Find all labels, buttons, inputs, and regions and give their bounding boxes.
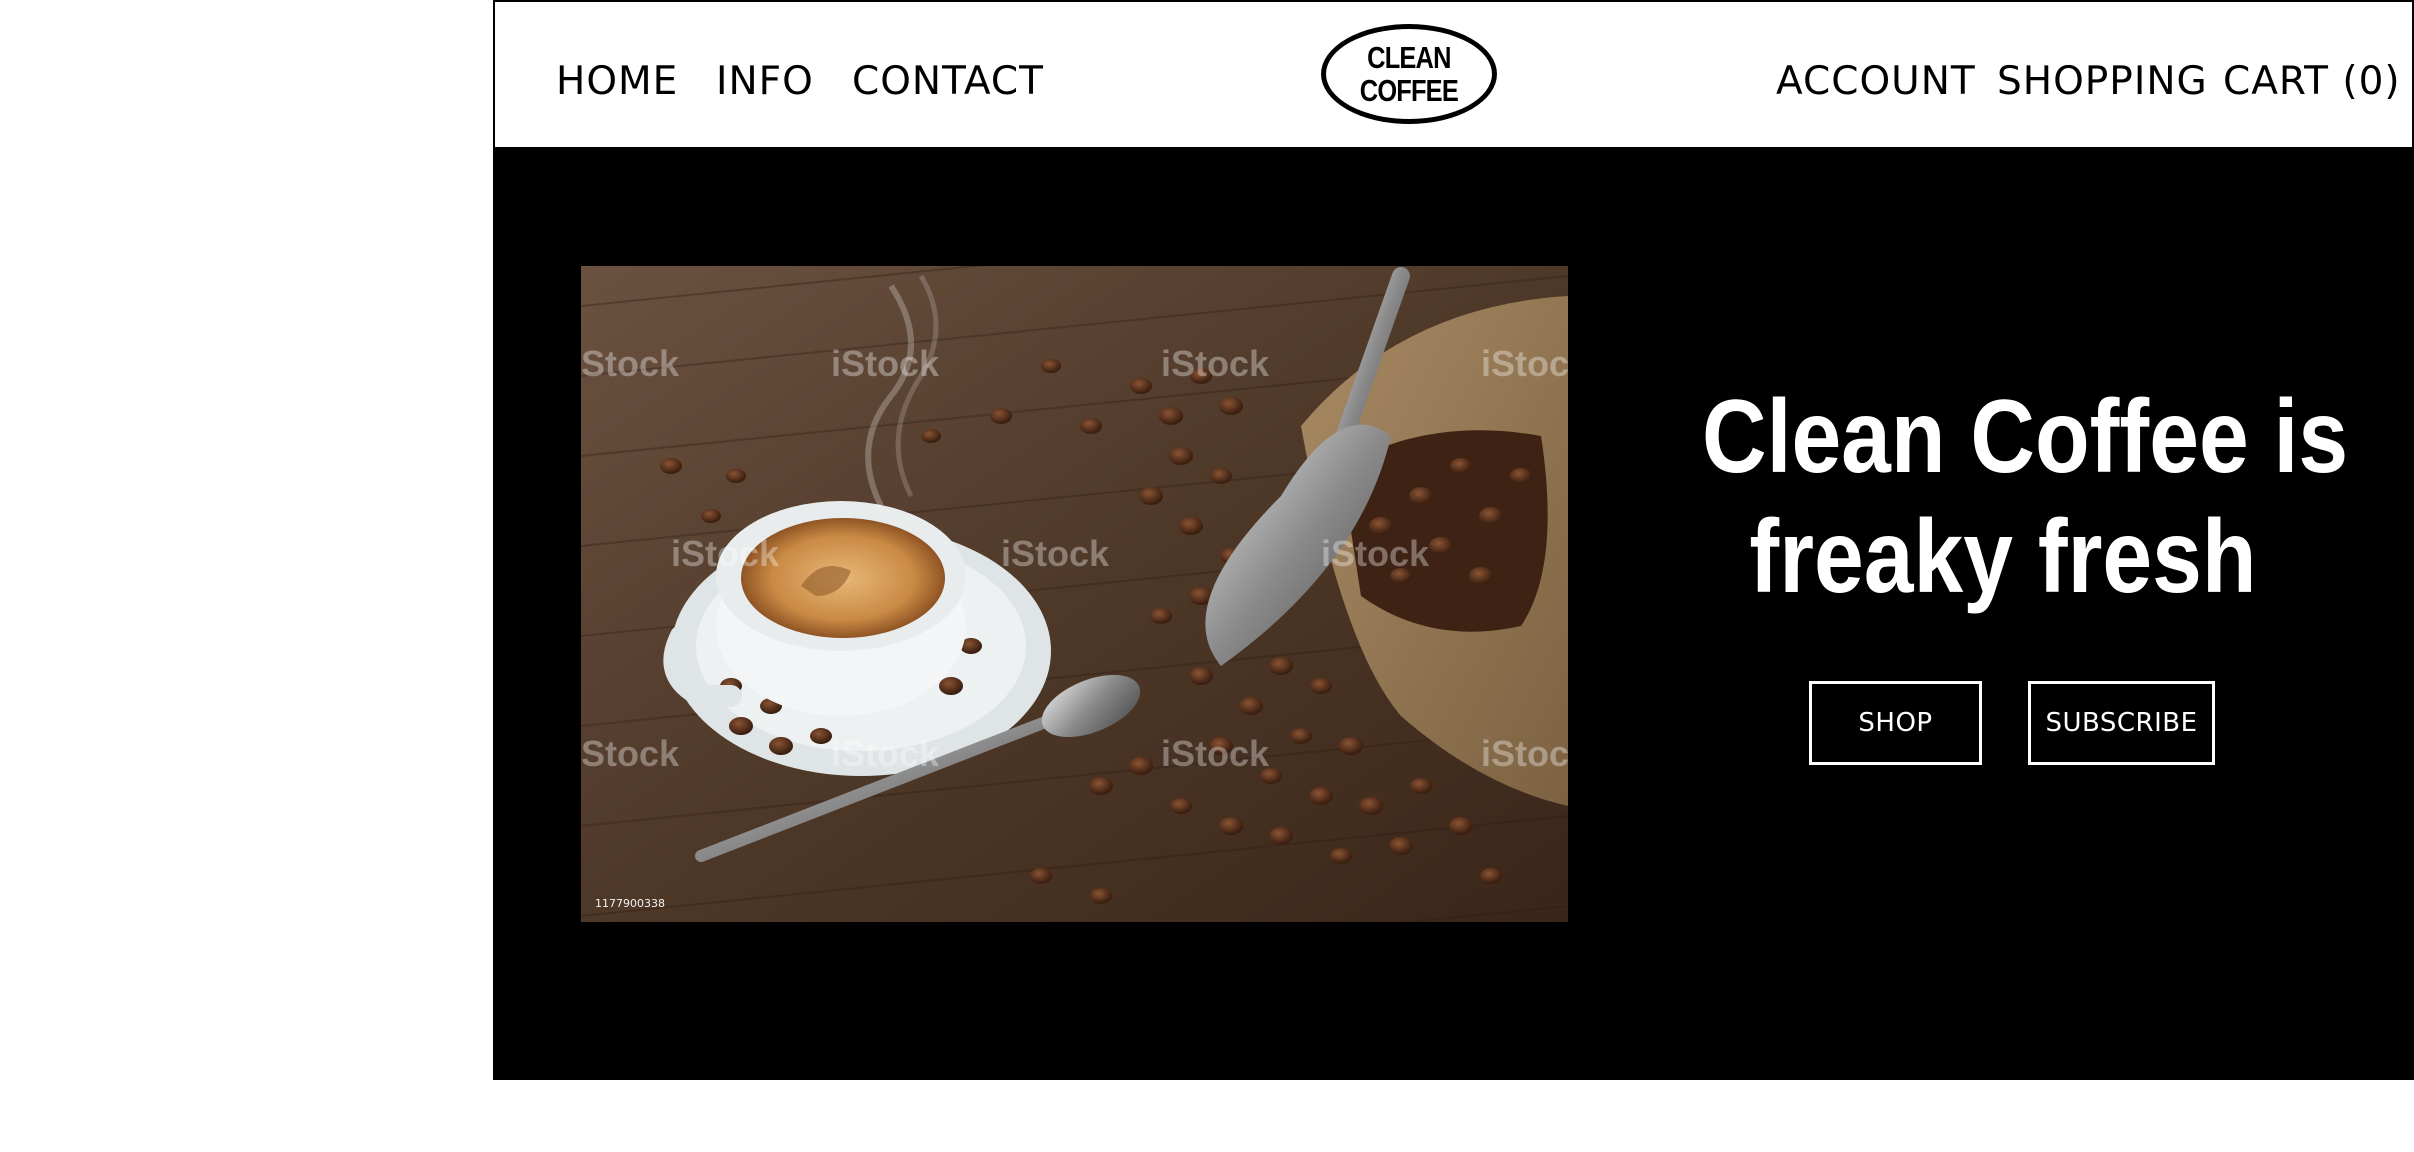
svg-text:iStock: iStock xyxy=(1481,343,1568,384)
shop-button[interactable]: SHOP xyxy=(1809,681,1982,765)
headline-line-2: freaky fresh xyxy=(1749,499,2257,615)
svg-text:iStock: iStock xyxy=(1161,343,1270,384)
coffee-photo-illustration: iStock iStock iStock iStock iStock iStoc… xyxy=(581,266,1568,922)
svg-text:iStock: iStock xyxy=(1481,733,1568,774)
hero-section: iStock iStock iStock iStock iStock iStoc… xyxy=(493,147,2414,1080)
logo-line-2: COFFEE xyxy=(1359,73,1459,108)
svg-text:iStock: iStock xyxy=(1321,533,1430,574)
nav-info-link[interactable]: INFO xyxy=(716,56,814,108)
nav-account-link[interactable]: ACCOUNT xyxy=(1776,56,1976,108)
nav-cart-link[interactable]: CART (0) xyxy=(2223,56,2401,108)
logo-line-1: CLEAN xyxy=(1367,40,1451,75)
site-header: HOME INFO CONTACT CLEAN COFFEE ACCOUNT S… xyxy=(493,0,2414,149)
svg-text:iStock: iStock xyxy=(581,733,680,774)
svg-text:iStock: iStock xyxy=(581,343,680,384)
svg-text:iStock: iStock xyxy=(1001,533,1110,574)
stock-image-id: 1177900338 xyxy=(595,897,665,910)
svg-text:iStock: iStock xyxy=(671,533,780,574)
hero-coffee-image: iStock iStock iStock iStock iStock iStoc… xyxy=(581,266,1568,922)
hero-headline: Clean Coffee is freaky fresh xyxy=(1702,377,2349,617)
svg-text:iStock: iStock xyxy=(831,343,940,384)
headline-line-1: Clean Coffee is xyxy=(1702,379,2349,495)
site-wrapper: HOME INFO CONTACT CLEAN COFFEE ACCOUNT S… xyxy=(493,0,2414,1080)
subscribe-button[interactable]: SUBSCRIBE xyxy=(2028,681,2215,765)
nav-contact-link[interactable]: CONTACT xyxy=(852,56,1044,108)
svg-text:iStock: iStock xyxy=(831,733,940,774)
nav-shopping-link[interactable]: SHOPPING xyxy=(1997,56,2208,108)
svg-text:iStock: iStock xyxy=(1161,733,1270,774)
nav-home-link[interactable]: HOME xyxy=(556,56,678,108)
clean-coffee-logo[interactable]: CLEAN COFFEE xyxy=(1321,24,1497,124)
